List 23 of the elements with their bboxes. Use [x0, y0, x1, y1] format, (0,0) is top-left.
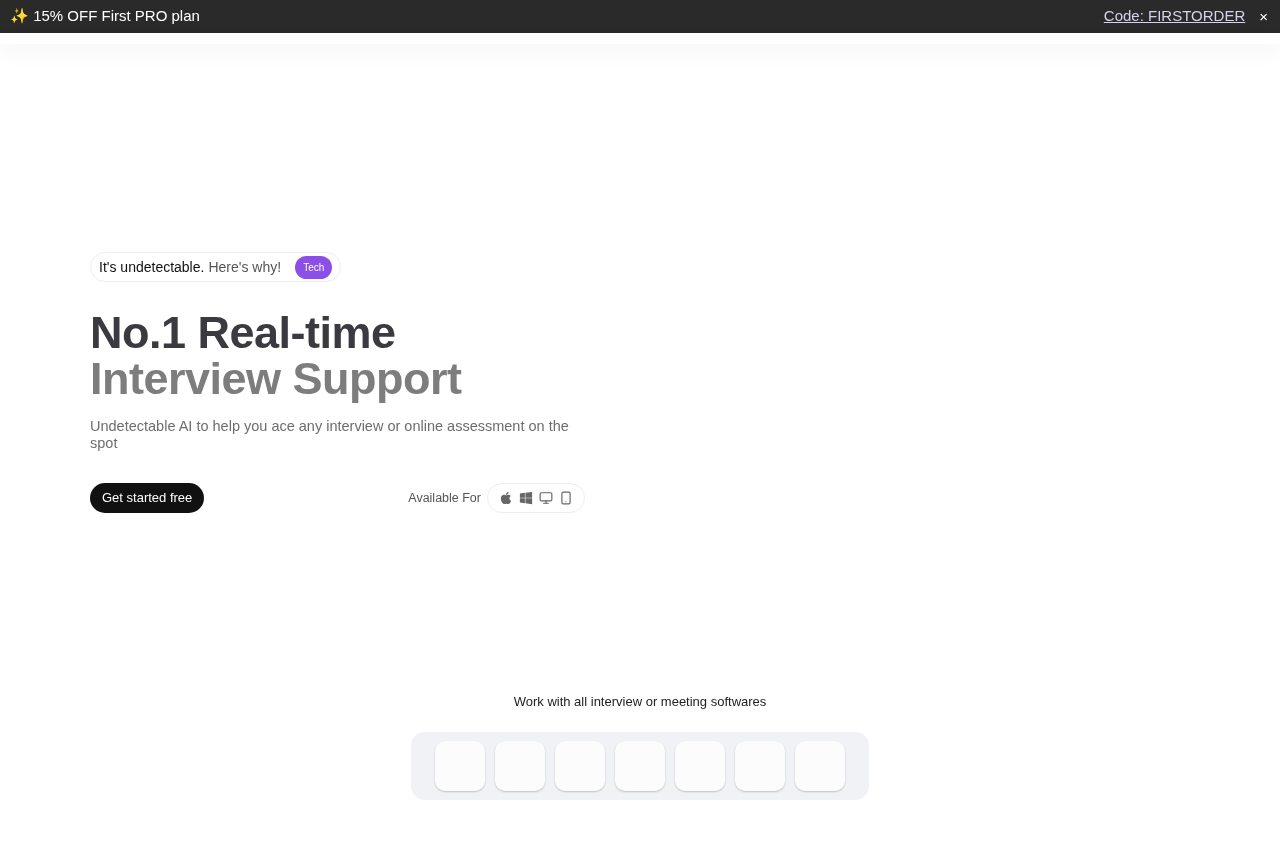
- software-tile: [555, 740, 605, 791]
- software-tile: [435, 740, 485, 791]
- software-heading: Work with all interview or meeting softwares: [513, 693, 767, 711]
- software-tile: [795, 740, 845, 791]
- software-tile: [735, 740, 785, 791]
- pill-text: It's undetectable.: [99, 257, 205, 277]
- get-started-button[interactable]: Get started free: [90, 483, 205, 513]
- apple-icon: [499, 491, 513, 505]
- desktop-icon: [539, 491, 553, 505]
- phone-icon: [559, 491, 573, 505]
- software-tile: [615, 740, 665, 791]
- available-label: Available For: [408, 489, 481, 507]
- pill-link[interactable]: Here's why!: [208, 256, 282, 278]
- hero-title: Interview Support: [90, 356, 463, 402]
- promo-code-link[interactable]: Code: FIRSTORDER: [1103, 5, 1246, 28]
- software-tile: [495, 740, 545, 791]
- windows-icon: [519, 491, 533, 505]
- tech-badge: Tech: [295, 255, 333, 279]
- hero-title: No.1 Real-time: [90, 310, 397, 356]
- software-tile: [675, 740, 725, 791]
- promo-text: ✨ 15% OFF First PRO plan: [10, 6, 200, 27]
- close-button[interactable]: ×: [1257, 9, 1270, 24]
- hero-subtitle: Undetectable AI to help you ace any interview or online assessment on the spot: [90, 418, 570, 452]
